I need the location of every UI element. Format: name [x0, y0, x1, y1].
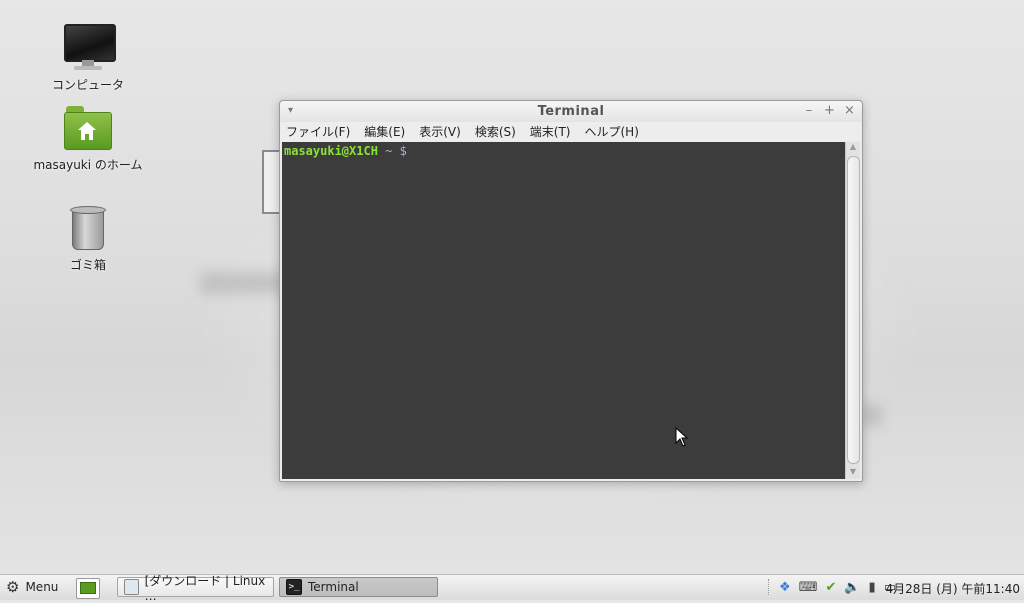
desktop-icon-label: masayuki のホーム [33, 158, 143, 172]
floor-shadow-right [860, 404, 882, 426]
taskbar-item-label: [ダウンロード | Linux … [144, 573, 266, 603]
terminal-scrollbar[interactable]: ▲ ▼ [845, 142, 860, 479]
trash-icon [62, 204, 114, 252]
desktop-icon-computer[interactable]: コンピュータ [28, 24, 148, 93]
taskbar-item-terminal[interactable]: >_ Terminal [279, 577, 438, 597]
menu-view[interactable]: 表示(V) [419, 123, 461, 140]
scroll-up-icon[interactable]: ▲ [846, 142, 860, 154]
start-menu-button[interactable]: ⚙ Menu [6, 578, 58, 596]
network-signal-icon[interactable]: ▮ [869, 580, 876, 595]
shell-prompt: masayuki@X1CH ~ $ [284, 144, 407, 158]
start-menu-label: Menu [25, 580, 59, 594]
desktop-icon-label: コンピュータ [51, 78, 124, 92]
menu-file[interactable]: ファイル(F) [286, 123, 350, 140]
menu-help[interactable]: ヘルプ(H) [585, 123, 639, 140]
prompt-user-host: masayuki@X1CH [284, 144, 378, 158]
desktop-icon [80, 582, 96, 594]
computer-icon [62, 24, 116, 72]
window-titlebar[interactable]: ▾ Terminal – + × [280, 101, 862, 122]
desktop-icon-home[interactable]: masayuki のホーム [28, 104, 148, 173]
close-button[interactable]: × [844, 103, 855, 118]
browser-icon [124, 579, 139, 595]
desktop-icon-label: ゴミ箱 [69, 258, 106, 272]
desktop-icon-trash[interactable]: ゴミ箱 [28, 204, 148, 273]
gear-icon: ⚙ [6, 578, 20, 596]
clock[interactable]: 4月28日 (月) 午前11:40 [886, 580, 1020, 597]
taskbar-item-browser[interactable]: [ダウンロード | Linux … [117, 574, 274, 603]
menu-search[interactable]: 検索(S) [475, 123, 516, 140]
maximize-button[interactable]: + [824, 103, 835, 118]
terminal-icon: >_ [286, 579, 302, 595]
floor-shadow [200, 272, 290, 294]
show-desktop-button[interactable] [76, 578, 100, 599]
scrollbar-thumb[interactable] [847, 156, 860, 464]
taskbar-item-label: Terminal [308, 580, 359, 594]
menu-edit[interactable]: 編集(E) [364, 123, 405, 140]
window-controls: – + × [804, 103, 855, 118]
update-shield-icon[interactable]: ✔ [825, 580, 836, 595]
terminal-window[interactable]: ▾ Terminal – + × ファイル(F) 編集(E) 表示(V) 検索(… [279, 100, 863, 482]
volume-icon[interactable]: 🔈 [844, 580, 860, 595]
system-tray: ❖ ⌨ ✔ 🔈 ▮ ▭ [768, 579, 896, 595]
taskbar: ⚙ Menu [ダウンロード | Linux … >_ Terminal ❖ ⌨… [0, 574, 1024, 603]
keyboard-icon[interactable]: ⌨ [799, 580, 818, 595]
prompt-symbol: $ [399, 144, 407, 158]
dropbox-icon[interactable]: ❖ [779, 580, 791, 595]
window-menubar: ファイル(F) 編集(E) 表示(V) 検索(S) 端末(T) ヘルプ(H) [280, 122, 862, 141]
prompt-path: ~ [377, 144, 400, 158]
window-title: Terminal [537, 104, 605, 119]
minimize-button[interactable]: – [804, 103, 814, 118]
tray-separator [768, 579, 771, 595]
scroll-down-icon[interactable]: ▼ [846, 467, 860, 479]
terminal-output[interactable]: masayuki@X1CH ~ $ [282, 142, 846, 479]
menu-terminal[interactable]: 端末(T) [530, 123, 571, 140]
mouse-pointer-icon [675, 427, 689, 447]
home-folder-icon [62, 104, 114, 152]
